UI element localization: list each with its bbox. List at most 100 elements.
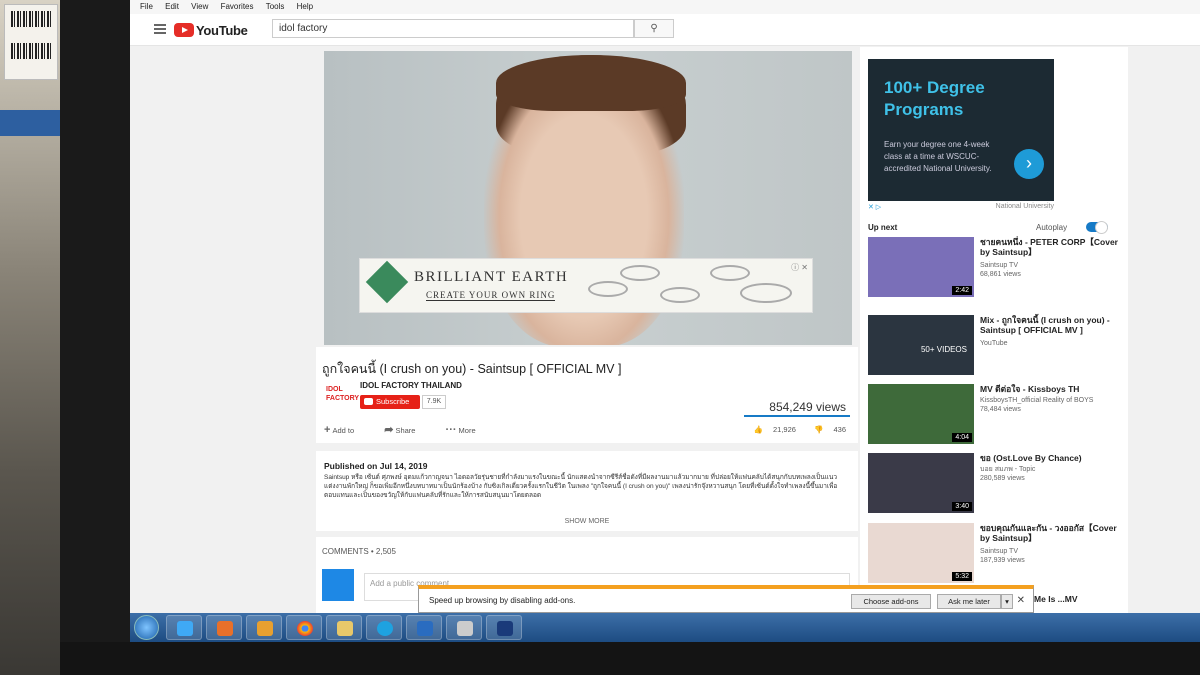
menu-edit[interactable]: Edit xyxy=(165,0,179,14)
view-count: 854,249 views xyxy=(769,400,846,414)
chrome-icon xyxy=(297,621,313,636)
folder-icon xyxy=(337,621,353,636)
add-to-label: Add to xyxy=(332,426,355,435)
video-thumbnail[interactable]: 3:40 xyxy=(868,453,974,513)
menu-favorites[interactable]: Favorites xyxy=(221,0,254,14)
video-title[interactable]: Mix - ถูกใจคนนี้ (I crush on you) - Sain… xyxy=(980,315,1126,335)
printer-taskbar-button[interactable] xyxy=(446,615,482,640)
menu-help[interactable]: Help xyxy=(297,0,313,14)
ring-icon xyxy=(660,287,700,303)
more-icon: ··· xyxy=(445,424,457,436)
outlook-taskbar-button[interactable] xyxy=(246,615,282,640)
video-views: 78,484 views xyxy=(980,406,1021,413)
subscribe-button[interactable]: Subscribe xyxy=(360,395,420,409)
barcode-sticker xyxy=(4,4,58,80)
more-button[interactable]: ··· More xyxy=(446,424,490,436)
youtube-logo[interactable]: YouTube xyxy=(174,22,248,38)
menu-file[interactable]: File xyxy=(140,0,153,14)
publish-date: Published on Jul 14, 2019 xyxy=(324,461,428,471)
show-more-button[interactable]: SHOW MORE xyxy=(316,518,858,525)
desk-strip xyxy=(0,110,60,136)
up-next-item[interactable]: 5:32 ขอบคุณกันและกัน - วงออกัส【Cover by … xyxy=(868,523,1126,585)
video-title[interactable]: ขอ (Ost.Love By Chance) xyxy=(980,453,1126,463)
up-next-item[interactable]: 4:04 MV ดีต่อใจ - Kissboys TH KissboysTH… xyxy=(868,384,1126,446)
adchoices-icon[interactable]: ✕ ▷ xyxy=(868,204,881,211)
video-title[interactable]: ขอบคุณกันและกัน - วงออกัส【Cover by Saint… xyxy=(980,523,1126,543)
video-views: 68,861 views xyxy=(980,271,1021,278)
sidebar-ad[interactable]: 100+ Degree Programs Earn your degree on… xyxy=(868,59,1054,201)
search-input[interactable]: idol factory xyxy=(272,19,634,38)
screen: File Edit View Favorites Tools Help YouT… xyxy=(130,0,1200,642)
like-dislike: 👍 21,926 👎 436 xyxy=(738,425,846,434)
file-explorer-taskbar-button[interactable] xyxy=(326,615,362,640)
browser-menubar: File Edit View Favorites Tools Help xyxy=(130,0,1200,14)
ad-tagline[interactable]: CREATE YOUR OWN RING xyxy=(426,290,556,301)
dislike-button[interactable]: 👎 436 xyxy=(806,425,846,434)
dislike-count: 436 xyxy=(833,425,846,434)
share-button[interactable]: ➦ Share xyxy=(384,423,429,436)
channel-name[interactable]: IDOL FACTORY THAILAND xyxy=(360,381,462,390)
ring-icon xyxy=(588,281,628,297)
ask-me-later-button[interactable]: Ask me later xyxy=(937,594,1001,609)
up-next-item[interactable]: 2:42 ชายคนหนึ่ง - PETER CORP【Cover by Sa… xyxy=(868,237,1126,299)
up-next-item[interactable]: 50+ VIDEOS Mix - ถูกใจคนนี้ (I crush on … xyxy=(868,315,1126,377)
like-ratio-bar xyxy=(744,415,850,417)
notification-text: Speed up browsing by disabling add-ons. xyxy=(429,596,576,605)
video-thumbnail[interactable]: 50+ VIDEOS xyxy=(868,315,974,375)
autoplay-toggle[interactable] xyxy=(1086,221,1108,234)
ad-close-button[interactable]: ⓘ ✕ xyxy=(791,262,808,273)
video-info: ถูกใจคนนี้ (I crush on you) - Saintsup [… xyxy=(316,347,858,443)
thumbs-down-icon: 👎 xyxy=(814,425,824,434)
adm-taskbar-button[interactable] xyxy=(486,615,522,640)
close-icon[interactable]: ✕ xyxy=(1017,595,1025,606)
chevron-right-icon[interactable]: › xyxy=(1014,149,1044,179)
video-thumbnail[interactable]: 5:32 xyxy=(868,523,974,583)
video-title[interactable]: MV ดีต่อใจ - Kissboys TH xyxy=(980,384,1126,394)
video-title: ถูกใจคนนี้ (I crush on you) - Saintsup [… xyxy=(322,362,622,376)
menu-tools[interactable]: Tools xyxy=(266,0,285,14)
add-to-button[interactable]: + Add to xyxy=(324,424,368,436)
playlist-count: 50+ VIDEOS xyxy=(920,345,967,354)
like-button[interactable]: 👍 21,926 xyxy=(746,425,796,434)
internet-explorer-taskbar-button[interactable] xyxy=(166,615,202,640)
hamburger-menu-icon[interactable] xyxy=(154,24,166,34)
ring-icon xyxy=(740,283,792,303)
chrome-taskbar-button[interactable] xyxy=(286,615,322,640)
video-player[interactable]: BRILLIANT EARTH CREATE YOUR OWN RING ⓘ ✕ xyxy=(324,51,852,345)
share-label: Share xyxy=(395,426,416,435)
search-button[interactable]: ⚲ xyxy=(634,19,674,38)
ring-icon xyxy=(710,265,750,281)
desk-background xyxy=(0,0,60,675)
subscriber-count: 7.9K xyxy=(422,395,446,409)
overlay-ad[interactable]: BRILLIANT EARTH CREATE YOUR OWN RING ⓘ ✕ xyxy=(359,258,813,313)
channel-avatar[interactable]: IDOL FACTORY xyxy=(326,385,359,403)
video-thumbnail[interactable]: 4:04 xyxy=(868,384,974,444)
menu-view[interactable]: View xyxy=(191,0,208,14)
sidebar-ad-body: Earn your degree one 4-week class at a t… xyxy=(884,140,992,173)
sidebar-ad-title: 100+ Degree Programs xyxy=(884,78,985,119)
choose-addons-button[interactable]: Choose add-ons xyxy=(851,594,931,609)
video-frame-fringe xyxy=(496,55,686,111)
skype-taskbar-button[interactable] xyxy=(366,615,402,640)
video-views: 187,939 views xyxy=(980,557,1025,564)
brilliant-earth-logo-icon xyxy=(365,260,409,304)
plus-icon: + xyxy=(324,424,331,436)
video-channel: บอย สมภพ - Topic xyxy=(980,466,1036,473)
video-title[interactable]: ชายคนหนึ่ง - PETER CORP【Cover by Saintsu… xyxy=(980,237,1126,257)
up-next-item[interactable]: 3:40 ขอ (Ost.Love By Chance) บอย สมภพ - … xyxy=(868,453,1126,515)
video-duration: 4:04 xyxy=(952,433,972,442)
video-thumbnail[interactable]: 2:42 xyxy=(868,237,974,297)
video-duration: 3:40 xyxy=(952,502,972,511)
addons-notification-bar: Speed up browsing by disabling add-ons. … xyxy=(418,585,1034,613)
printer-icon xyxy=(457,621,473,636)
media-player-taskbar-button[interactable] xyxy=(206,615,242,640)
barcode-icon xyxy=(11,43,51,59)
monitor-bezel-bottom xyxy=(60,642,1200,675)
video-actions: + Add to ➦ Share ··· More xyxy=(324,423,504,436)
windows-start-icon[interactable] xyxy=(134,615,159,640)
app-taskbar-button[interactable] xyxy=(406,615,442,640)
ask-later-dropdown-icon[interactable]: ▾ xyxy=(1001,594,1013,609)
thumbs-up-icon: 👍 xyxy=(753,425,763,434)
video-channel: KissboysTH_official Reality of BOYS xyxy=(980,397,1094,404)
outlook-icon xyxy=(257,621,273,636)
